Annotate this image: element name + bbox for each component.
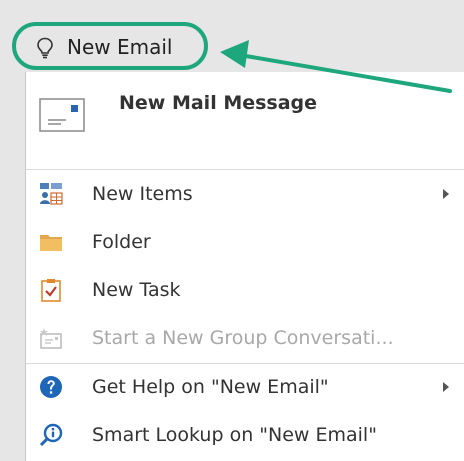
menu-item-label: Start a New Group Conversati... xyxy=(92,327,394,349)
tell-me-results-menu: New Mail Message New Items Folder New Ta… xyxy=(25,72,464,461)
menu-item-new-items[interactable]: New Items xyxy=(26,173,464,215)
help-question-icon xyxy=(40,376,62,398)
submenu-arrow-icon xyxy=(443,189,449,199)
menu-item-label: Get Help on "New Email" xyxy=(92,376,329,398)
menu-item-new-mail-message[interactable]: New Mail Message xyxy=(26,72,464,169)
menu-item-label: New Items xyxy=(92,183,193,205)
menu-divider xyxy=(26,169,464,170)
task-clipboard-icon xyxy=(41,279,61,302)
tell-me-search-box[interactable]: New Email xyxy=(12,22,208,70)
menu-divider xyxy=(26,363,464,364)
menu-item-label: Folder xyxy=(92,231,151,253)
new-items-icon xyxy=(40,183,63,205)
menu-item-start-group-conversation: Start a New Group Conversati... xyxy=(26,317,464,359)
menu-item-smart-lookup[interactable]: Smart Lookup on "New Email" xyxy=(26,414,464,456)
smart-lookup-icon xyxy=(39,423,63,447)
folder-icon xyxy=(40,235,62,251)
menu-item-label: New Task xyxy=(92,279,181,301)
tell-me-query-text: New Email xyxy=(67,35,173,59)
menu-item-label: Smart Lookup on "New Email" xyxy=(92,424,377,446)
menu-item-get-help[interactable]: Get Help on "New Email" xyxy=(26,366,464,408)
group-conversation-icon xyxy=(40,328,62,349)
menu-item-new-task[interactable]: New Task xyxy=(26,269,464,311)
lightbulb-icon xyxy=(37,37,53,59)
menu-item-label: New Mail Message xyxy=(119,92,318,114)
submenu-arrow-icon xyxy=(443,382,449,392)
menu-item-folder[interactable]: Folder xyxy=(26,221,464,263)
new-mail-envelope-icon xyxy=(39,98,85,132)
